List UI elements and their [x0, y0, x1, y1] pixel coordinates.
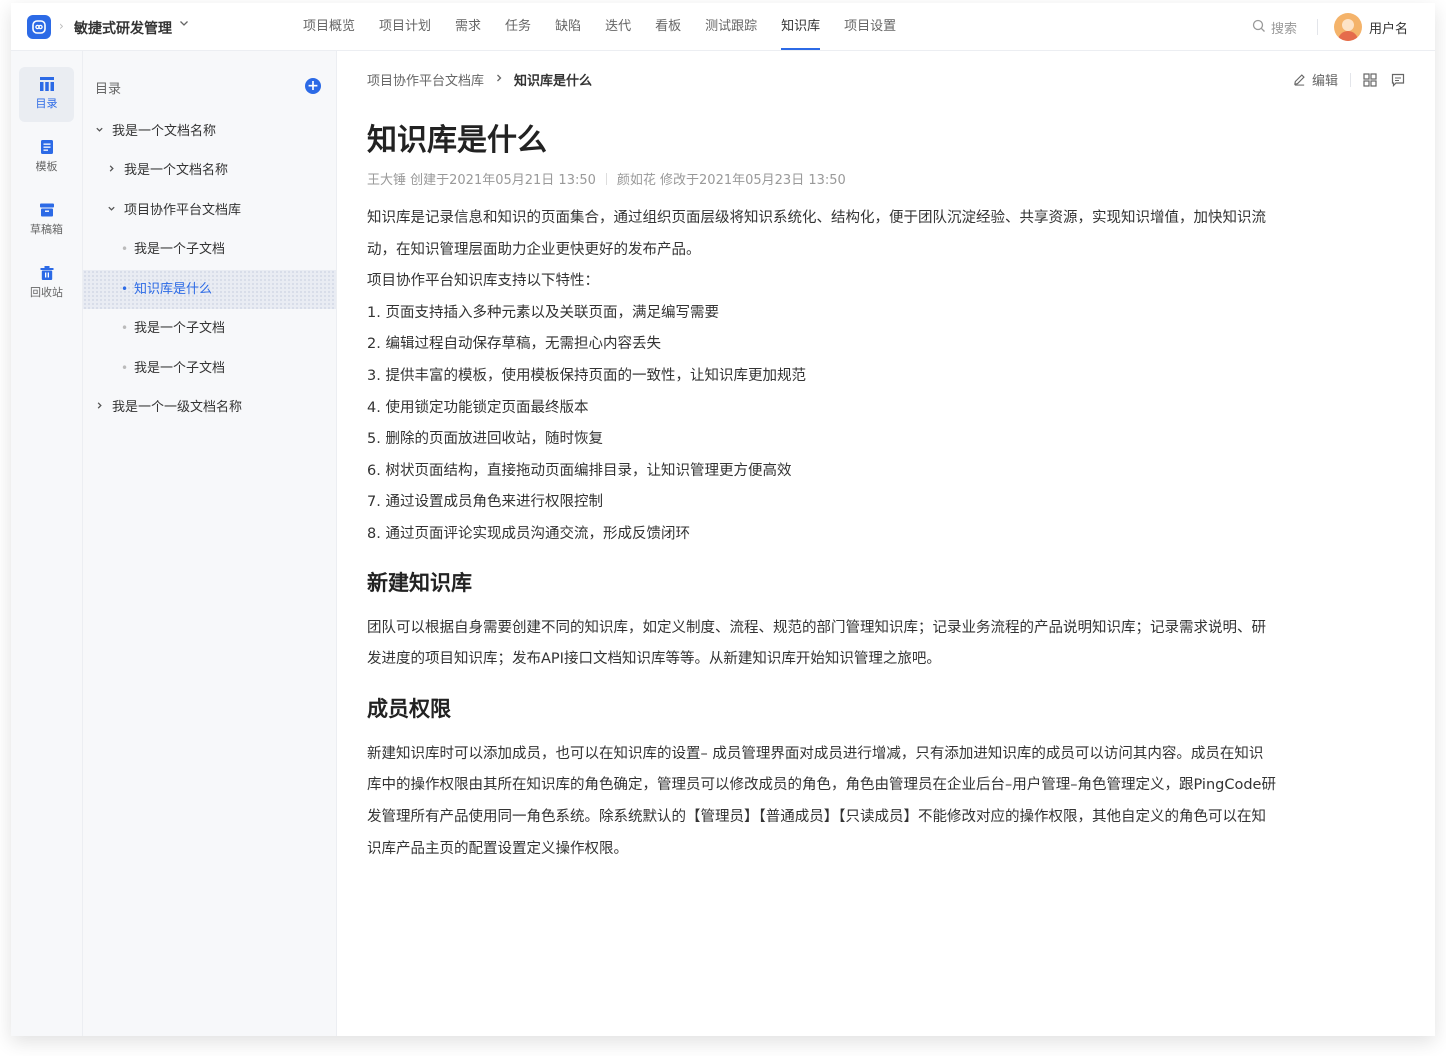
toc-item-label: 我是一个文档名称 — [124, 163, 229, 178]
rail-item-template[interactable]: 模板 — [19, 130, 74, 185]
breadcrumb: 项目协作平台文档库 知识库是什么 — [367, 70, 592, 89]
document-meta: 王大锤 创建于2021年05月21日 13:50 颜如花 修改于2021年05月… — [367, 169, 846, 188]
feature-item: 7. 通过设置成员角色来进行权限控制 — [367, 494, 603, 511]
toc-item[interactable]: • 我是一个子文档 — [83, 349, 336, 388]
toc-item[interactable]: 项目协作平台文档库 — [83, 191, 336, 230]
toc-item-label: 知识库是什么 — [134, 282, 213, 297]
feature-item: 2. 编辑过程自动保存草稿，无需担心内容丢失 — [367, 336, 661, 353]
bullet-dot: • — [121, 361, 129, 375]
bullet-dot: • — [121, 321, 129, 335]
divider — [1317, 19, 1318, 35]
document-title: 知识库是什么 — [367, 123, 547, 158]
toc-item[interactable]: 我是一个一级文档名称 — [83, 388, 336, 427]
bullet-dot: • — [121, 242, 129, 256]
username[interactable]: 用户名 — [1369, 18, 1408, 37]
toc-item-label: 我是一个一级文档名称 — [112, 400, 243, 415]
rail-item-catalog[interactable]: 目录 — [19, 67, 74, 122]
rail-label: 草稿箱 — [30, 223, 63, 236]
created-info: 王大锤 创建于2021年05月21日 13:50 — [367, 173, 596, 188]
project-nav: 项目概览 项目计划 需求 任务 缺陷 迭代 看板 测试跟踪 知识库 项目设置 — [291, 3, 908, 50]
breadcrumb-parent[interactable]: 项目协作平台文档库 — [367, 70, 484, 89]
comment-icon[interactable] — [1391, 73, 1405, 87]
section-heading: 成员权限 — [367, 696, 451, 721]
bullet-dot: • — [121, 282, 129, 296]
feature-item: 6. 树状页面结构，直接拖动页面编排目录，让知识管理更方便高效 — [367, 462, 792, 479]
toc-item[interactable]: 我是一个文档名称 — [83, 112, 336, 151]
search-icon — [1252, 19, 1266, 37]
chevron-down-icon[interactable] — [95, 112, 104, 151]
toc-item[interactable]: • 我是一个子文档 — [83, 230, 336, 269]
search-label: 搜索 — [1271, 22, 1298, 37]
toc-item-label: 我是一个文档名称 — [112, 124, 217, 139]
modified-info: 颜如花 修改于2021年05月23日 13:50 — [616, 173, 846, 188]
feature-item: 8. 通过页面评论实现成员沟通交流，形成反馈闭环 — [367, 525, 690, 542]
toc-item[interactable]: • 我是一个子文档 — [83, 309, 336, 348]
add-doc-button[interactable]: + — [305, 78, 321, 94]
template-icon — [40, 140, 53, 154]
edit-label: 编辑 — [1312, 74, 1339, 89]
toc-item-label: 项目协作平台文档库 — [124, 203, 242, 218]
breadcrumb-current: 知识库是什么 — [514, 74, 593, 89]
avatar[interactable] — [1334, 13, 1362, 41]
rail-item-drafts[interactable]: 草稿箱 — [19, 193, 74, 248]
nav-item-bugs[interactable]: 缺陷 — [543, 3, 593, 50]
divider — [1350, 72, 1352, 87]
app-window: › 敏捷式研发管理 项目概览 项目计划 需求 任务 缺陷 迭代 看板 测试跟踪 … — [11, 3, 1435, 1036]
nav-item-tasks[interactable]: 任务 — [493, 3, 543, 50]
feature-item: 5. 删除的页面放进回收站，随时恢复 — [367, 431, 603, 448]
edit-icon — [1294, 74, 1305, 86]
rail-label: 回收站 — [30, 286, 63, 299]
feature-item: 1. 页面支持插入多种元素以及关联页面，满足编写需要 — [367, 304, 719, 321]
section-paragraph: 新建知识库时可以添加成员，也可以在知识库的设置– 成员管理界面对成员进行增减，只… — [367, 745, 1276, 857]
nav-item-test-tracking[interactable]: 测试跟踪 — [693, 3, 769, 50]
toc-panel: 目录 + 我是一个文档名称 我是一个文档名称 项目协作平台文档库 • 我是一个子… — [83, 51, 337, 1036]
chevron-right-icon[interactable] — [107, 151, 116, 190]
nav-item-iterations[interactable]: 迭代 — [593, 3, 643, 50]
toc-item-label: 我是一个子文档 — [134, 321, 226, 336]
chevron-down-icon[interactable] — [179, 17, 189, 31]
nav-item-settings[interactable]: 项目设置 — [832, 3, 908, 50]
rail-label: 目录 — [35, 97, 58, 110]
rail-item-recycle-bin[interactable]: 回收站 — [19, 256, 74, 311]
edit-button[interactable]: 编辑 — [1293, 70, 1338, 89]
draft-box-icon — [39, 203, 54, 217]
divider — [605, 172, 607, 185]
toc-item[interactable]: 我是一个文档名称 — [83, 151, 336, 190]
recycle-bin-icon — [40, 266, 53, 280]
rail-label: 模板 — [35, 160, 58, 173]
nav-item-overview[interactable]: 项目概览 — [291, 3, 367, 50]
nav-item-board[interactable]: 看板 — [643, 3, 693, 50]
document-area: 项目协作平台文档库 知识库是什么 编辑 知识库是什么 王大锤 创建于2021年0… — [337, 51, 1435, 1036]
chevron-right-icon — [494, 72, 504, 87]
chevron-right-icon[interactable] — [95, 388, 104, 427]
doc-toolbar: 编辑 — [1293, 70, 1405, 89]
feature-item: 3. 提供丰富的模板，使用模板保持页面的一致性，让知识库更加规范 — [367, 367, 806, 384]
nav-item-knowledge-base[interactable]: 知识库 — [769, 3, 832, 50]
toc-title: 目录 — [95, 82, 122, 97]
chevron-down-icon[interactable] — [107, 191, 116, 230]
section-heading: 新建知识库 — [367, 570, 472, 595]
search-button[interactable]: 搜索 — [1252, 18, 1297, 37]
document-body: 知识库是记录信息和知识的页面集合，通过组织页面层级将知识系统化、结构化，便于团队… — [367, 203, 1277, 865]
features-title: 项目协作平台知识库支持以下特性： — [367, 273, 599, 290]
catalog-icon — [39, 77, 54, 91]
feature-item: 4. 使用锁定功能锁定页面最终版本 — [367, 399, 589, 416]
top-bar: › 敏捷式研发管理 项目概览 项目计划 需求 任务 缺陷 迭代 看板 测试跟踪 … — [11, 3, 1435, 51]
nav-item-requirements[interactable]: 需求 — [443, 3, 493, 50]
toc-item-label: 我是一个子文档 — [134, 361, 226, 376]
app-logo-icon[interactable] — [27, 15, 51, 39]
section-paragraph: 团队可以根据自身需要创建不同的知识库，如定义制度、流程、规范的部门管理知识库；记… — [367, 619, 1266, 668]
intro-paragraph: 知识库是记录信息和知识的页面集合，通过组织页面层级将知识系统化、结构化，便于团队… — [367, 210, 1266, 258]
project-name[interactable]: 敏捷式研发管理 — [74, 18, 172, 38]
nav-item-plan[interactable]: 项目计划 — [367, 3, 443, 50]
breadcrumb-chevron-icon: › — [59, 19, 64, 33]
toc-item-active[interactable]: • 知识库是什么 — [83, 270, 336, 309]
left-rail: 目录 模板 草稿箱 回收站 — [11, 51, 83, 1036]
grid-view-icon[interactable] — [1363, 72, 1377, 87]
toc-item-label: 我是一个子文档 — [134, 242, 226, 257]
